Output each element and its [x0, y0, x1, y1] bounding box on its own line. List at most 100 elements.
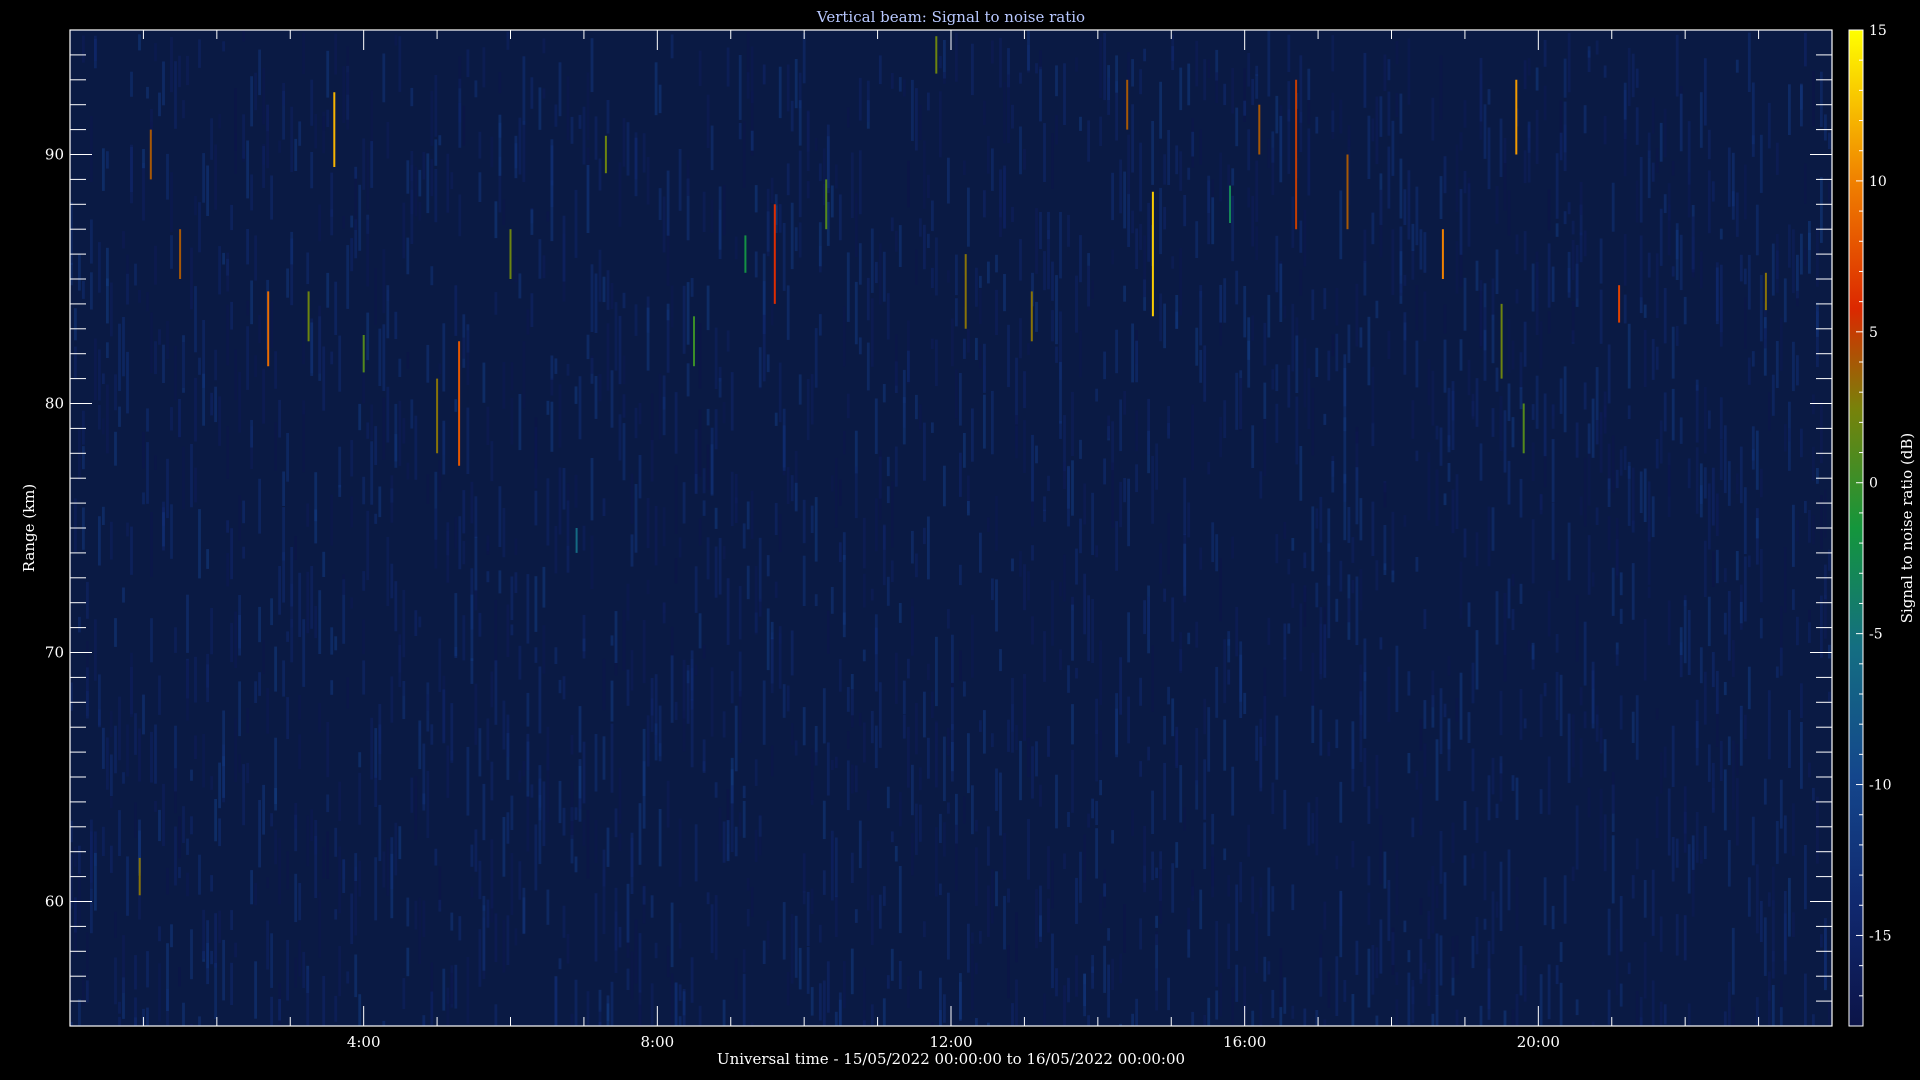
noise-streak [1227, 874, 1231, 897]
noise-streak [538, 239, 542, 279]
noise-streak [278, 399, 281, 438]
noise-streak [1743, 556, 1747, 622]
noise-streak [1219, 557, 1223, 622]
noise-streak [1151, 790, 1154, 834]
noise-streak [102, 418, 105, 435]
noise-streak [166, 458, 169, 519]
noise-streak [1363, 229, 1367, 263]
noise-streak [402, 418, 406, 444]
noise-streak [98, 404, 101, 430]
noise-streak [1339, 190, 1343, 260]
noise-streak [1267, 294, 1271, 338]
noise-streak [650, 440, 654, 482]
noise-streak [1683, 915, 1687, 961]
noise-streak [1139, 69, 1142, 95]
noise-streak [923, 224, 926, 270]
noise-streak [334, 909, 338, 920]
noise-streak [1143, 48, 1146, 62]
noise-streak [670, 655, 674, 723]
noise-streak [890, 831, 894, 843]
noise-streak [931, 691, 934, 718]
noise-streak [1804, 163, 1807, 204]
noise-streak [674, 392, 678, 454]
noise-streak [1571, 866, 1575, 881]
noise-streak [1115, 693, 1118, 758]
noise-streak [1099, 640, 1102, 705]
noise-streak [1363, 672, 1367, 739]
noise-streak [1107, 415, 1110, 439]
noise-streak [518, 394, 522, 451]
noise-streak [90, 888, 93, 934]
noise-streak [558, 62, 562, 117]
noise-streak [146, 951, 149, 988]
noise-streak [1743, 297, 1747, 349]
noise-streak [1123, 903, 1126, 953]
noise-streak [1163, 154, 1166, 185]
noise-streak [218, 910, 221, 943]
noise-streak [454, 517, 458, 549]
noise-streak [1211, 846, 1215, 898]
noise-streak [78, 616, 81, 633]
noise-streak [1171, 597, 1175, 642]
noise-streak [1291, 538, 1295, 551]
noise-streak [574, 979, 578, 1026]
noise-streak [1671, 837, 1675, 882]
noise-streak [939, 56, 942, 69]
noise-streak [274, 351, 277, 389]
noise-streak [886, 456, 890, 477]
noise-streak [198, 202, 201, 253]
noise-streak [955, 824, 958, 891]
noise-streak [414, 166, 418, 217]
noise-streak [1011, 104, 1014, 129]
noise-streak [1739, 254, 1743, 282]
noise-streak [963, 796, 966, 824]
noise-streak [1715, 493, 1719, 537]
noise-streak [1543, 85, 1547, 121]
noise-streak [870, 1004, 874, 1026]
noise-streak [362, 619, 366, 655]
noise-streak [762, 680, 766, 745]
noise-streak [610, 282, 614, 309]
noise-streak [846, 393, 850, 419]
noise-streak [1771, 243, 1775, 296]
noise-streak [878, 450, 882, 520]
noise-streak [1631, 467, 1635, 525]
noise-streak [1563, 124, 1567, 172]
noise-streak [1727, 736, 1731, 766]
noise-streak [1315, 796, 1319, 856]
noise-streak [1511, 574, 1515, 586]
noise-streak [726, 820, 730, 862]
noise-streak [1323, 901, 1327, 930]
noise-streak [1115, 329, 1118, 374]
noise-streak [1043, 631, 1046, 682]
noise-streak [943, 822, 946, 857]
noise-streak [1511, 775, 1515, 791]
noise-streak [1327, 508, 1331, 552]
noise-streak [1155, 915, 1158, 928]
noise-streak [366, 219, 370, 287]
noise-streak [1651, 496, 1655, 538]
noise-streak [1651, 97, 1655, 134]
noise-streak [1231, 168, 1235, 186]
noise-streak [1015, 979, 1018, 1026]
noise-streak [1123, 391, 1126, 415]
noise-streak [1715, 670, 1719, 714]
noise-streak [854, 193, 858, 258]
noise-streak [442, 420, 446, 475]
noise-streak [770, 632, 774, 694]
noise-streak [602, 736, 606, 780]
noise-streak [834, 1011, 838, 1026]
noise-streak [770, 268, 774, 326]
noise-streak [434, 848, 438, 866]
noise-streak [1383, 851, 1387, 889]
noise-streak [1559, 378, 1563, 414]
noise-streak [498, 570, 502, 594]
noise-streak [1788, 428, 1791, 442]
noise-streak [142, 431, 145, 469]
noise-streak [1003, 82, 1006, 144]
noise-streak [782, 408, 786, 471]
noise-streak [1175, 842, 1179, 868]
noise-streak [1291, 1005, 1295, 1019]
noise-streak [1423, 700, 1427, 729]
noise-streak [1319, 709, 1323, 756]
